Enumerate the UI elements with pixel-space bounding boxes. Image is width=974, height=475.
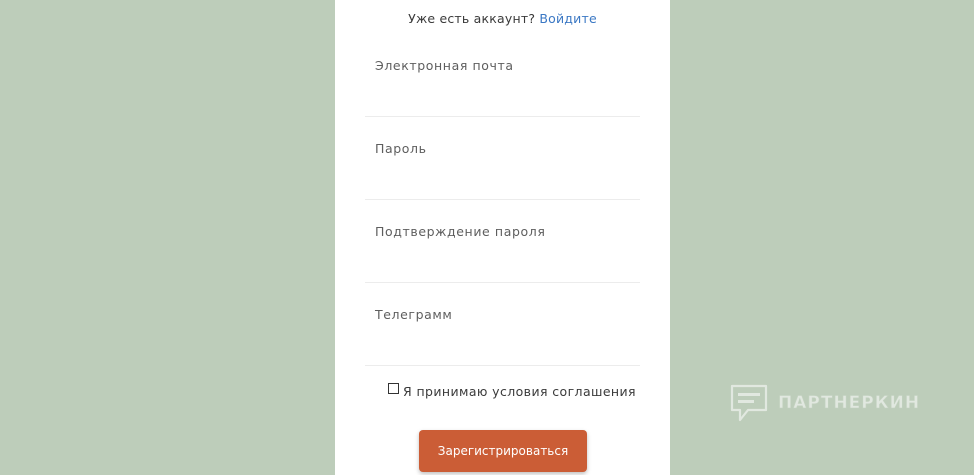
agreement-checkbox[interactable] [388, 383, 399, 394]
email-field: Электронная почта [365, 58, 640, 141]
registration-form: Уже есть аккаунт? Войдите Электронная по… [335, 0, 670, 475]
telegram-field: Телеграмм [365, 307, 640, 390]
page: Уже есть аккаунт? Войдите Электронная по… [0, 0, 974, 475]
telegram-label: Телеграмм [375, 307, 453, 322]
password-confirm-field: Подтверждение пароля [365, 224, 640, 307]
email-label: Электронная почта [375, 58, 514, 73]
email-underline [365, 116, 640, 117]
telegram-input[interactable] [365, 331, 640, 357]
speech-bubble-icon [728, 382, 770, 424]
login-prompt-text: Уже есть аккаунт? [408, 11, 536, 26]
password-underline [365, 199, 640, 200]
agreement-row[interactable]: Я принимаю условия соглашения [388, 383, 636, 399]
email-input[interactable] [365, 82, 640, 108]
password-confirm-underline [365, 282, 640, 283]
password-confirm-input[interactable] [365, 248, 640, 274]
watermark: ПАРТНЕРКИН [728, 382, 920, 424]
password-label: Пароль [375, 141, 427, 156]
password-confirm-label: Подтверждение пароля [375, 224, 546, 239]
telegram-underline [365, 365, 640, 366]
watermark-text: ПАРТНЕРКИН [778, 393, 921, 414]
agreement-label: Я принимаю условия соглашения [403, 384, 636, 399]
login-link[interactable]: Войдите [539, 11, 597, 26]
password-field: Пароль [365, 141, 640, 224]
password-input[interactable] [365, 165, 640, 191]
register-button[interactable]: Зарегистрироваться [419, 430, 587, 472]
login-prompt: Уже есть аккаунт? Войдите [335, 11, 670, 26]
